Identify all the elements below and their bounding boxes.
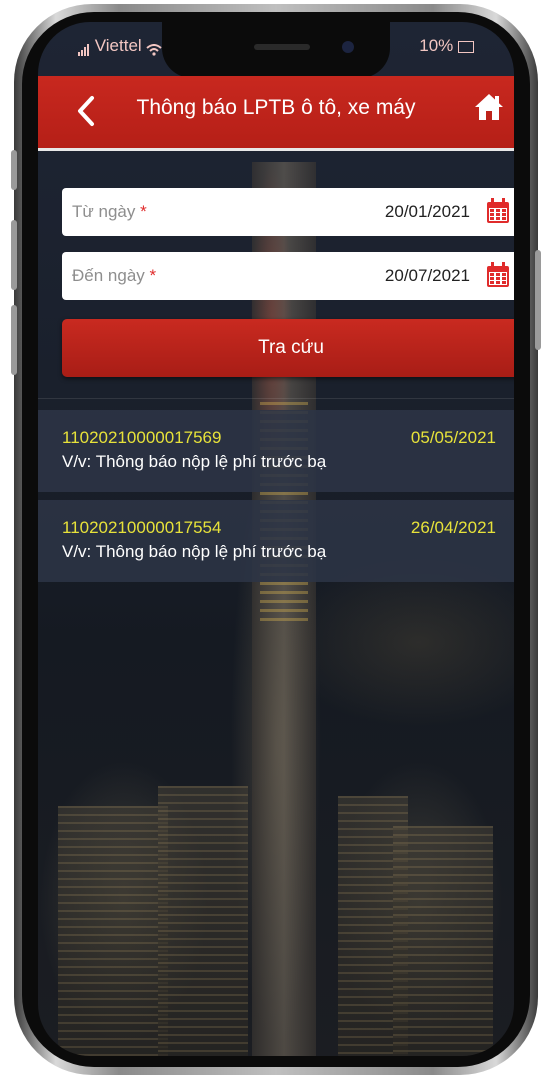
divider — [38, 398, 514, 399]
notice-date: 26/04/2021 — [410, 518, 496, 537]
notice-description: V/v: Thông báo nộp lệ phí trước bạ — [62, 542, 327, 561]
status-bar: Viettel 10% — [38, 22, 514, 78]
calendar-icon[interactable] — [486, 262, 510, 288]
list-item[interactable]: 11020210000017569 05/05/2021 V/v: Thông … — [38, 410, 514, 492]
battery-indicator: 10% — [419, 36, 474, 56]
app-header: Thông báo LPTB ô tô, xe máy — [38, 76, 514, 151]
notice-description: V/v: Thông báo nộp lệ phí trước bạ — [62, 452, 327, 471]
volume-up-button — [11, 220, 17, 290]
mute-switch — [11, 150, 17, 190]
wifi-icon — [146, 41, 163, 56]
signal-icon — [78, 41, 90, 56]
background-building — [58, 806, 168, 1056]
to-date-field[interactable]: Đến ngày * 20/07/2021 — [62, 252, 514, 300]
from-date-label: Từ ngày * — [72, 202, 147, 221]
to-date-label: Đến ngày * — [72, 266, 157, 285]
carrier-name: Viettel — [94, 36, 142, 55]
calendar-icon[interactable] — [486, 198, 510, 224]
list-item[interactable]: 11020210000017554 26/04/2021 V/v: Thông … — [38, 500, 514, 582]
front-camera — [342, 41, 354, 53]
battery-icon — [458, 40, 474, 53]
speaker-grille — [254, 44, 310, 50]
battery-percent: 10% — [419, 36, 454, 55]
background-building — [393, 826, 493, 1056]
from-date-value[interactable]: 20/01/2021 — [385, 202, 470, 222]
to-date-value[interactable]: 20/07/2021 — [385, 266, 470, 286]
notch — [162, 22, 390, 78]
notice-code: 11020210000017569 — [62, 428, 222, 447]
notice-code: 11020210000017554 — [62, 518, 222, 537]
search-button[interactable]: Tra cứu — [62, 319, 514, 377]
power-button — [535, 250, 541, 350]
page-title: Thông báo LPTB ô tô, xe máy — [136, 96, 416, 119]
home-icon[interactable] — [472, 90, 506, 124]
from-date-field[interactable]: Từ ngày * 20/01/2021 — [62, 188, 514, 236]
app-screen: Viettel 10% Thông báo LPTB ô tô, xe máy … — [38, 22, 514, 1056]
volume-down-button — [11, 305, 17, 375]
carrier-label: Viettel — [78, 36, 163, 56]
notice-date: 05/05/2021 — [410, 428, 496, 447]
background-building — [158, 786, 248, 1056]
